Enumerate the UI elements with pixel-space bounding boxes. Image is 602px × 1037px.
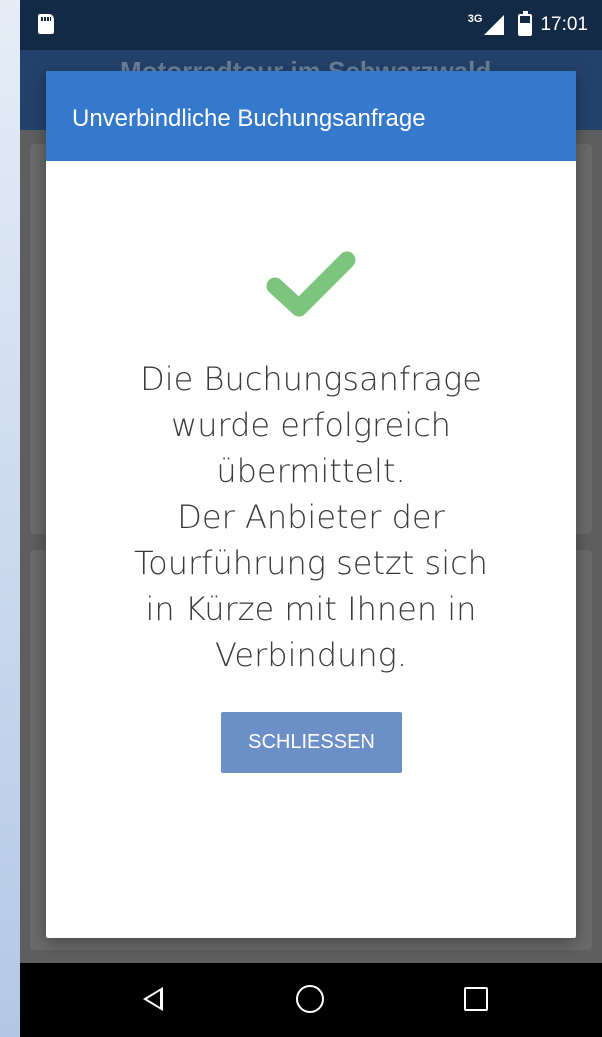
clock: 17:01 [540, 14, 588, 35]
recents-icon[interactable] [464, 987, 488, 1011]
message-line: übermittelt. [216, 452, 406, 490]
message-line: in Kürze mit Ihnen in [145, 590, 477, 628]
close-button[interactable]: SCHLIESSEN [221, 712, 402, 773]
signal-icon [484, 15, 505, 35]
message-line: Die Buchungsanfrage [140, 360, 482, 398]
sd-card-icon [38, 14, 54, 34]
message-line: Der Anbieter der [177, 498, 445, 536]
message-line: wurde erfolgreich [171, 406, 451, 444]
dialog-header: Unverbindliche Buchungsanfrage [46, 71, 576, 161]
success-message: Die Buchungsanfrage wurde erfolgreich üb… [86, 356, 536, 678]
dialog-body: Die Buchungsanfrage wurde erfolgreich üb… [46, 161, 576, 938]
home-icon[interactable] [296, 985, 324, 1013]
checkmark-icon [266, 251, 356, 317]
battery-charging-icon [518, 11, 533, 36]
navigation-bar [20, 963, 602, 1037]
message-line: Tourführung setzt sich [134, 544, 488, 582]
network-type-label: 3G [467, 13, 483, 25]
booking-request-dialog: Unverbindliche Buchungsanfrage Die Buchu… [46, 71, 576, 938]
back-icon[interactable] [143, 987, 163, 1011]
status-bar: 3G 17:01 [20, 0, 602, 50]
status-icons: 3G 17:01 [468, 10, 588, 40]
phone-screen: 3G 17:01 Motorradtour im Schwarzwald Unv… [20, 0, 602, 1037]
dialog-title: Unverbindliche Buchungsanfrage [72, 105, 426, 132]
message-line: Verbindung. [215, 636, 407, 674]
